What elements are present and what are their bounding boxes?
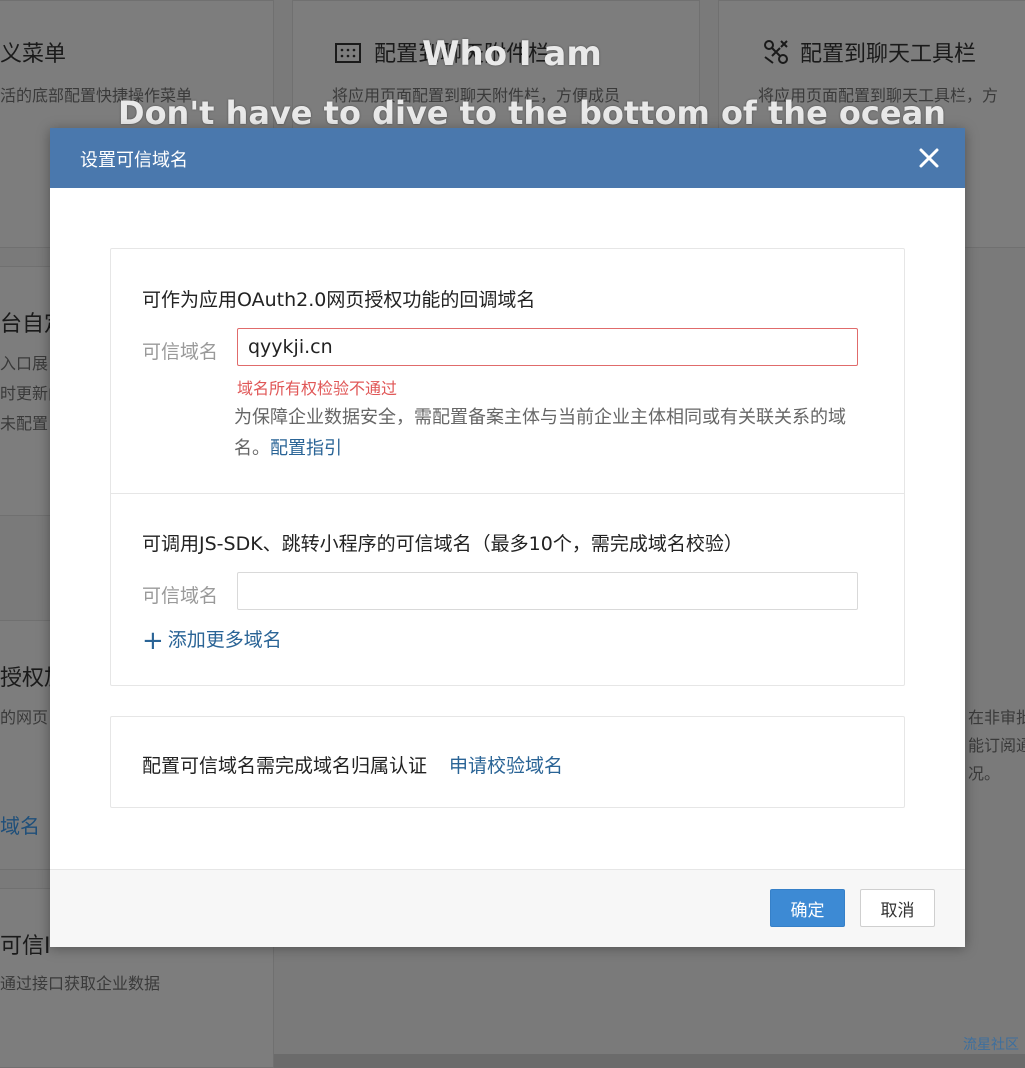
toolbar-tools-icon	[764, 40, 788, 64]
oauth-domain-input[interactable]	[237, 328, 858, 366]
domain-error-message: 域名所有权检验不通过	[237, 379, 398, 398]
cancel-button[interactable]: 取消	[860, 889, 935, 927]
dialog-title: 设置可信域名	[80, 150, 188, 171]
jssdk-section-title: 可调用JS-SDK、跳转小程序的可信域名（最多10个，需完成域名校验）	[142, 533, 743, 555]
domain-config-panel: 可作为应用OAuth2.0网页授权功能的回调域名 可信域名 域名所有权检验不通过…	[110, 248, 905, 686]
bg-item-text: 的网页	[0, 708, 49, 727]
bg-item-text: 入口展	[0, 354, 49, 373]
overlay-subtitle: Don't have to dive to the bottom of the …	[118, 94, 946, 132]
dialog-footer: 确定 取消	[50, 869, 965, 947]
add-more-domains-button[interactable]: + 添加更多域名	[142, 625, 282, 656]
bg-right-text: 况。	[968, 764, 1001, 783]
oauth-domain-label: 可信域名	[142, 341, 219, 363]
verify-requirement-text: 配置可信域名需完成域名归属认证	[142, 755, 428, 777]
verify-panel-text: 配置可信域名需完成域名归属认证 申请校验域名	[142, 751, 563, 778]
section-divider	[111, 493, 904, 494]
trusted-domain-dialog: 设置可信域名 可作为应用OAuth2.0网页授权功能的回调域名 可信域名 域名所…	[50, 128, 965, 947]
plus-icon: +	[142, 626, 164, 656]
confirm-button[interactable]: 确定	[770, 889, 845, 927]
bg-item-title: 可信I	[0, 934, 51, 959]
attachment-grid-icon	[335, 43, 361, 63]
close-icon[interactable]	[915, 144, 943, 172]
bg-item-text: 未配置	[0, 414, 49, 433]
domain-hint: 为保障企业数据安全，需配置备案主体与当前企业主体相同或有关联关系的域名。配置指引	[234, 402, 874, 464]
watermark: 流星社区	[963, 1037, 1019, 1053]
jssdk-domain-label: 可信域名	[142, 585, 219, 607]
apply-verify-domain-link[interactable]: 申请校验域名	[449, 755, 563, 777]
bg-card-title: 义菜单	[0, 42, 67, 67]
bg-right-text: 能订阅通	[968, 736, 1025, 755]
bg-item-link: 域名	[0, 814, 40, 838]
add-more-label: 添加更多域名	[167, 629, 282, 651]
config-guide-link[interactable]: 配置指引	[270, 438, 342, 459]
bg-right-text: 在非审批	[968, 708, 1025, 727]
overlay-title: Who I am	[422, 34, 602, 74]
bg-item-text: 通过接口获取企业数据	[0, 974, 161, 993]
jssdk-domain-input[interactable]	[237, 572, 858, 610]
oauth-section-title: 可作为应用OAuth2.0网页授权功能的回调域名	[142, 289, 536, 311]
bg-card-title: 配置到聊天工具栏	[800, 42, 977, 67]
domain-verify-panel: 配置可信域名需完成域名归属认证 申请校验域名	[110, 716, 905, 808]
dialog-header: 设置可信域名	[50, 128, 965, 188]
